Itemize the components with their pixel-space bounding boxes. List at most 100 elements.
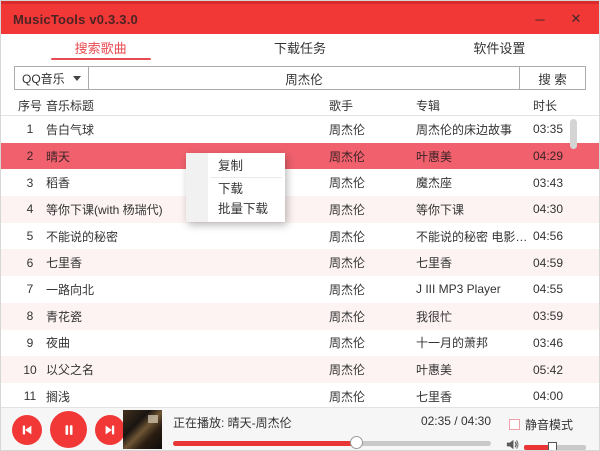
cell-idx: 4 (26, 202, 34, 217)
cell-artist: 周杰伦 (329, 202, 366, 217)
cell-idx: 2 (26, 149, 34, 164)
cell-album: 等你下课 (416, 202, 465, 217)
cell-idx: 5 (26, 229, 34, 244)
cell-title: 青花瓷 (46, 309, 83, 324)
volume-knob[interactable] (547, 441, 557, 450)
menu-item-download[interactable]: 下载 (186, 179, 285, 199)
cell-idx: 7 (26, 282, 34, 297)
next-button[interactable] (95, 415, 125, 445)
cell-album: 魔杰座 (416, 176, 453, 191)
cell-idx: 11 (23, 389, 37, 404)
cell-artist: 周杰伦 (329, 363, 366, 378)
cell-artist: 周杰伦 (329, 309, 366, 324)
progress-fill (173, 441, 358, 446)
menu-item-copy[interactable]: 复制 (186, 156, 285, 176)
cell-dur: 04:29 (533, 149, 564, 164)
table-row[interactable]: 8 青花瓷 周杰伦 我很忙 03:59 (1, 302, 599, 330)
cell-title: 七里香 (46, 256, 83, 271)
cell-title: 不能说的秘密 (46, 229, 119, 244)
header-artist: 歌手 (329, 99, 354, 113)
tab-search-songs[interactable]: 搜索歌曲 (1, 34, 200, 61)
mute-row: 静音模式 (509, 416, 573, 433)
cell-idx: 6 (26, 255, 34, 270)
header-title: 音乐标题 (46, 99, 95, 113)
table-row[interactable]: 6 七里香 周杰伦 七里香 04:59 (1, 249, 599, 277)
table-row[interactable]: 4 等你下课(with 杨瑞代) 周杰伦 等你下课 04:30 (1, 196, 599, 223)
cell-idx: 3 (26, 175, 34, 190)
table-row[interactable]: 1 告白气球 周杰伦 周杰伦的床边故事 03:35 (1, 116, 599, 143)
cell-dur: 03:46 (533, 335, 564, 350)
cell-artist: 周杰伦 (329, 336, 366, 351)
cell-album: 我很忙 (416, 309, 453, 324)
cell-dur: 05:42 (533, 362, 564, 377)
cell-title: 搁浅 (46, 389, 71, 404)
previous-button[interactable] (12, 415, 42, 445)
cell-album: 七里香 (416, 389, 453, 404)
header-index: 序号 (17, 99, 42, 113)
table-row[interactable]: 11 搁浅 周杰伦 七里香 04:00 (1, 382, 599, 410)
cell-album: 周杰伦的床边故事 (416, 122, 513, 137)
cell-artist: 周杰伦 (329, 229, 366, 244)
player-bar: 正在播放: 晴天-周杰伦 02:35 / 04:30 静音模式 (1, 407, 599, 450)
table-row[interactable]: 7 一路向北 周杰伦 J III MP3 Player 04:55 (1, 276, 599, 303)
header-album: 专辑 (416, 99, 441, 113)
cell-artist: 周杰伦 (329, 256, 366, 271)
close-button[interactable]: ✕ (565, 9, 587, 29)
table-row[interactable]: 10 以父之名 周杰伦 叶惠美 05:42 (1, 356, 599, 383)
cell-title: 一路向北 (46, 282, 95, 297)
table-body: 1 告白气球 周杰伦 周杰伦的床边故事 03:35 2 晴天 周杰伦 叶惠美 04:29 3 稻香 周杰… (1, 116, 599, 410)
header-duration: 时长 (533, 99, 558, 113)
cell-dur: 04:59 (533, 255, 564, 270)
cell-dur: 03:59 (533, 309, 564, 324)
cell-dur: 03:43 (533, 175, 564, 190)
cell-album: 叶惠美 (416, 149, 453, 164)
table-row[interactable]: 5 不能说的秘密 周杰伦 不能说的秘密 电影原声…04:56 (1, 222, 599, 250)
cell-idx: 8 (26, 309, 34, 324)
table-header: 序号 音乐标题 歌手 专辑 时长 (1, 96, 599, 116)
cell-album: 十一月的萧邦 (416, 336, 489, 351)
search-input[interactable] (89, 67, 519, 89)
cell-idx: 10 (23, 362, 37, 377)
progress-bar[interactable] (173, 436, 491, 449)
tab-software-settings[interactable]: 软件设置 (400, 34, 599, 61)
search-row: QQ音乐 搜 索 (14, 66, 586, 90)
window-buttons: ─ ✕ (529, 9, 587, 29)
search-button[interactable]: 搜 索 (519, 67, 585, 89)
cell-dur: 03:35 (533, 122, 564, 137)
volume-slider[interactable] (524, 441, 586, 450)
cell-artist: 周杰伦 (329, 149, 366, 164)
cell-dur: 04:30 (533, 202, 564, 217)
menu-item-batch-download[interactable]: 批量下载 (186, 199, 285, 219)
cell-title: 以父之名 (46, 363, 95, 378)
album-art (123, 410, 162, 449)
pause-button[interactable] (50, 411, 87, 448)
table-row[interactable]: 9 夜曲 周杰伦 十一月的萧邦 03:46 (1, 329, 599, 357)
now-playing-label: 正在播放: 晴天-周杰伦 (173, 416, 292, 430)
progress-knob[interactable] (350, 436, 364, 449)
cell-album: 七里香 (416, 256, 453, 271)
source-select-value: QQ音乐 (22, 71, 65, 86)
menu-separator (210, 177, 282, 178)
pause-icon (62, 423, 76, 437)
tab-download-tasks[interactable]: 下载任务 (200, 34, 399, 61)
cell-album: J III MP3 Player (416, 282, 501, 297)
mute-checkbox[interactable] (509, 419, 520, 430)
table-row[interactable]: 2 晴天 周杰伦 叶惠美 04:29 (1, 142, 599, 170)
skip-next-icon (103, 423, 117, 437)
cell-artist: 周杰伦 (329, 282, 366, 297)
table-row[interactable]: 3 稻香 周杰伦 魔杰座 03:43 (1, 169, 599, 197)
mute-label: 静音模式 (525, 418, 574, 432)
minimize-button[interactable]: ─ (529, 9, 551, 29)
source-select[interactable]: QQ音乐 (15, 67, 89, 89)
cell-title: 夜曲 (46, 336, 71, 351)
cell-idx: 9 (26, 335, 34, 350)
cell-artist: 周杰伦 (329, 122, 366, 137)
cell-album: 不能说的秘密 电影原声… (416, 229, 533, 244)
scrollbar-thumb[interactable] (570, 119, 577, 149)
time-label: 02:35 / 04:30 (420, 414, 491, 428)
cell-dur: 04:55 (533, 282, 564, 297)
cell-album: 叶惠美 (416, 363, 453, 378)
cell-dur: 04:56 (533, 229, 564, 244)
cell-idx: 1 (26, 122, 34, 137)
context-menu: 复制 下载 批量下载 (186, 153, 285, 222)
